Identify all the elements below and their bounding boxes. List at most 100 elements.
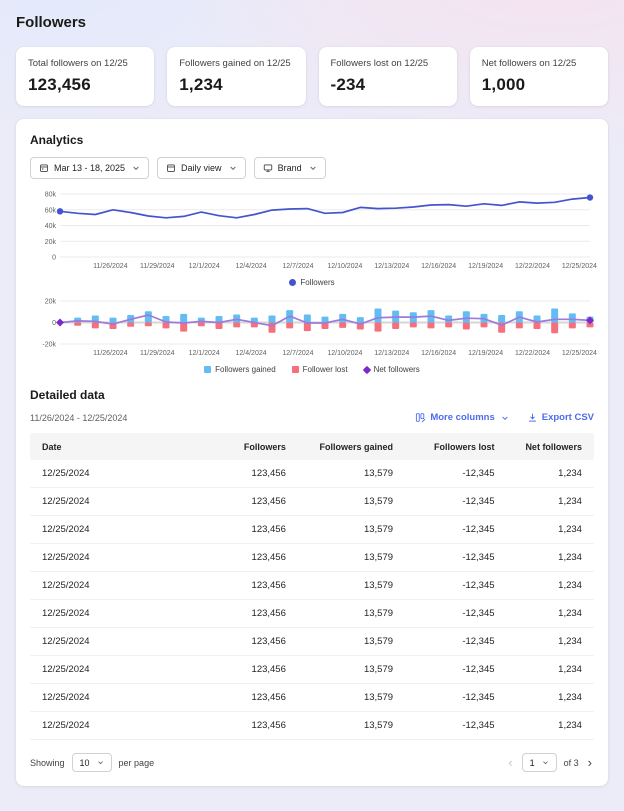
columns-edit-icon xyxy=(415,412,426,423)
table-row: 12/25/2024 123,456 13,579 -12,345 1,234 xyxy=(30,712,594,740)
legend-item-followers-gained: Followers gained xyxy=(204,365,275,374)
page-select[interactable]: 1 xyxy=(522,753,557,772)
cell-followers: 123,456 xyxy=(199,516,298,543)
svg-text:12/25/2024: 12/25/2024 xyxy=(562,350,597,357)
table-actions: More columns Export CSV xyxy=(415,412,594,423)
detailed-data-table: Date Followers Followers gained Follower… xyxy=(30,433,594,740)
table-meta-row: 11/26/2024 - 12/25/2024 More columns Exp… xyxy=(30,412,594,423)
per-page-control: Showing 10 per page xyxy=(30,753,154,772)
cell-followers-gained: 13,579 xyxy=(298,488,405,515)
stat-card-followers-lost: Followers lost on 12/25 -234 xyxy=(319,47,457,106)
cell-followers-lost: -12,345 xyxy=(405,628,507,655)
showing-label: Showing xyxy=(30,758,65,768)
calendar-icon xyxy=(166,163,176,173)
net-legend-marker xyxy=(362,365,370,373)
legend-label: Followers xyxy=(300,278,334,287)
cell-followers-gained: 13,579 xyxy=(298,712,405,739)
cell-followers: 123,456 xyxy=(199,600,298,627)
stat-value: 1,000 xyxy=(482,75,596,95)
chevron-down-icon xyxy=(132,164,140,172)
svg-text:12/19/2024: 12/19/2024 xyxy=(468,263,503,270)
svg-text:12/13/2024: 12/13/2024 xyxy=(374,350,409,357)
page-count-label: of 3 xyxy=(564,758,579,768)
view-granularity-dropdown[interactable]: Daily view xyxy=(157,157,246,179)
column-header-followers-gained: Followers gained xyxy=(298,433,405,460)
cell-date: 12/25/2024 xyxy=(30,544,199,571)
svg-text:12/1/2024: 12/1/2024 xyxy=(189,263,220,270)
analytics-title: Analytics xyxy=(30,133,594,147)
cell-date: 12/25/2024 xyxy=(30,516,199,543)
view-granularity-label: Daily view xyxy=(181,163,222,173)
cell-followers-lost: -12,345 xyxy=(405,544,507,571)
gained-lost-bar-chart: -20k020k11/26/202411/29/202412/1/202412/… xyxy=(30,296,594,362)
legend-item-net-followers: Net followers xyxy=(364,365,420,374)
date-range-dropdown[interactable]: Mar 13 - 18, 2025 xyxy=(30,157,149,179)
per-page-label: per page xyxy=(119,758,155,768)
cell-followers-lost: -12,345 xyxy=(405,460,507,487)
svg-text:12/7/2024: 12/7/2024 xyxy=(282,263,313,270)
next-page-button[interactable]: › xyxy=(586,756,594,769)
chevron-down-icon xyxy=(542,759,549,766)
cell-followers-lost: -12,345 xyxy=(405,712,507,739)
svg-text:12/22/2024: 12/22/2024 xyxy=(515,263,550,270)
cell-date: 12/25/2024 xyxy=(30,488,199,515)
table-row: 12/25/2024 123,456 13,579 -12,345 1,234 xyxy=(30,656,594,684)
table-row: 12/25/2024 123,456 13,579 -12,345 1,234 xyxy=(30,572,594,600)
cell-date: 12/25/2024 xyxy=(30,656,199,683)
chevron-down-icon xyxy=(309,164,317,172)
cell-followers-gained: 13,579 xyxy=(298,544,405,571)
cell-date: 12/25/2024 xyxy=(30,572,199,599)
brand-dropdown[interactable]: Brand xyxy=(254,157,326,179)
table-footer: Showing 10 per page ‹ 1 of 3 › xyxy=(30,740,594,772)
svg-text:0: 0 xyxy=(52,255,56,262)
per-page-select[interactable]: 10 xyxy=(72,753,112,772)
cell-followers: 123,456 xyxy=(199,460,298,487)
svg-text:20k: 20k xyxy=(45,239,57,246)
stat-label: Total followers on 12/25 xyxy=(28,58,142,69)
table-header-row: Date Followers Followers gained Follower… xyxy=(30,433,594,460)
svg-text:12/16/2024: 12/16/2024 xyxy=(421,263,456,270)
export-csv-label: Export CSV xyxy=(542,412,594,423)
cell-followers-lost: -12,345 xyxy=(405,572,507,599)
table-row: 12/25/2024 123,456 13,579 -12,345 1,234 xyxy=(30,544,594,572)
per-page-value: 10 xyxy=(80,758,90,768)
more-columns-button[interactable]: More columns xyxy=(415,412,508,423)
cell-followers-gained: 13,579 xyxy=(298,516,405,543)
svg-text:12/19/2024: 12/19/2024 xyxy=(468,350,503,357)
column-header-followers: Followers xyxy=(199,433,298,460)
svg-text:11/26/2024: 11/26/2024 xyxy=(93,263,128,270)
chevron-down-icon xyxy=(97,759,104,766)
calendar-icon xyxy=(39,163,49,173)
cell-followers: 123,456 xyxy=(199,712,298,739)
previous-page-button[interactable]: ‹ xyxy=(506,756,514,769)
column-header-net-followers: Net followers xyxy=(507,433,594,460)
monitor-icon xyxy=(263,163,273,173)
bar-chart-legend: Followers gained Follower lost Net follo… xyxy=(30,365,594,374)
cell-net-followers: 1,234 xyxy=(507,488,594,515)
cell-followers: 123,456 xyxy=(199,544,298,571)
followers-line-chart: 020k40k60k80k11/26/202411/29/202412/1/20… xyxy=(30,189,594,275)
pagination-control: ‹ 1 of 3 › xyxy=(506,753,594,772)
table-date-range: 11/26/2024 - 12/25/2024 xyxy=(30,413,127,423)
stat-value: 123,456 xyxy=(28,75,142,95)
export-csv-button[interactable]: Export CSV xyxy=(527,412,594,423)
cell-followers-lost: -12,345 xyxy=(405,684,507,711)
cell-net-followers: 1,234 xyxy=(507,460,594,487)
stat-cards-row: Total followers on 12/25 123,456 Followe… xyxy=(16,47,608,106)
stat-card-followers-gained: Followers gained on 12/25 1,234 xyxy=(167,47,305,106)
table-row: 12/25/2024 123,456 13,579 -12,345 1,234 xyxy=(30,516,594,544)
cell-followers-lost: -12,345 xyxy=(405,516,507,543)
legend-label: Follower lost xyxy=(303,365,348,374)
line-chart-legend: Followers xyxy=(30,278,594,287)
svg-text:12/1/2024: 12/1/2024 xyxy=(189,350,220,357)
svg-text:20k: 20k xyxy=(45,299,57,306)
cell-net-followers: 1,234 xyxy=(507,656,594,683)
gained-legend-marker xyxy=(204,366,211,373)
cell-date: 12/25/2024 xyxy=(30,600,199,627)
cell-net-followers: 1,234 xyxy=(507,684,594,711)
stat-value: -234 xyxy=(331,75,445,95)
filters-row: Mar 13 - 18, 2025 Daily view Brand xyxy=(30,157,594,179)
cell-followers: 123,456 xyxy=(199,656,298,683)
svg-text:11/29/2024: 11/29/2024 xyxy=(140,350,175,357)
cell-net-followers: 1,234 xyxy=(507,712,594,739)
